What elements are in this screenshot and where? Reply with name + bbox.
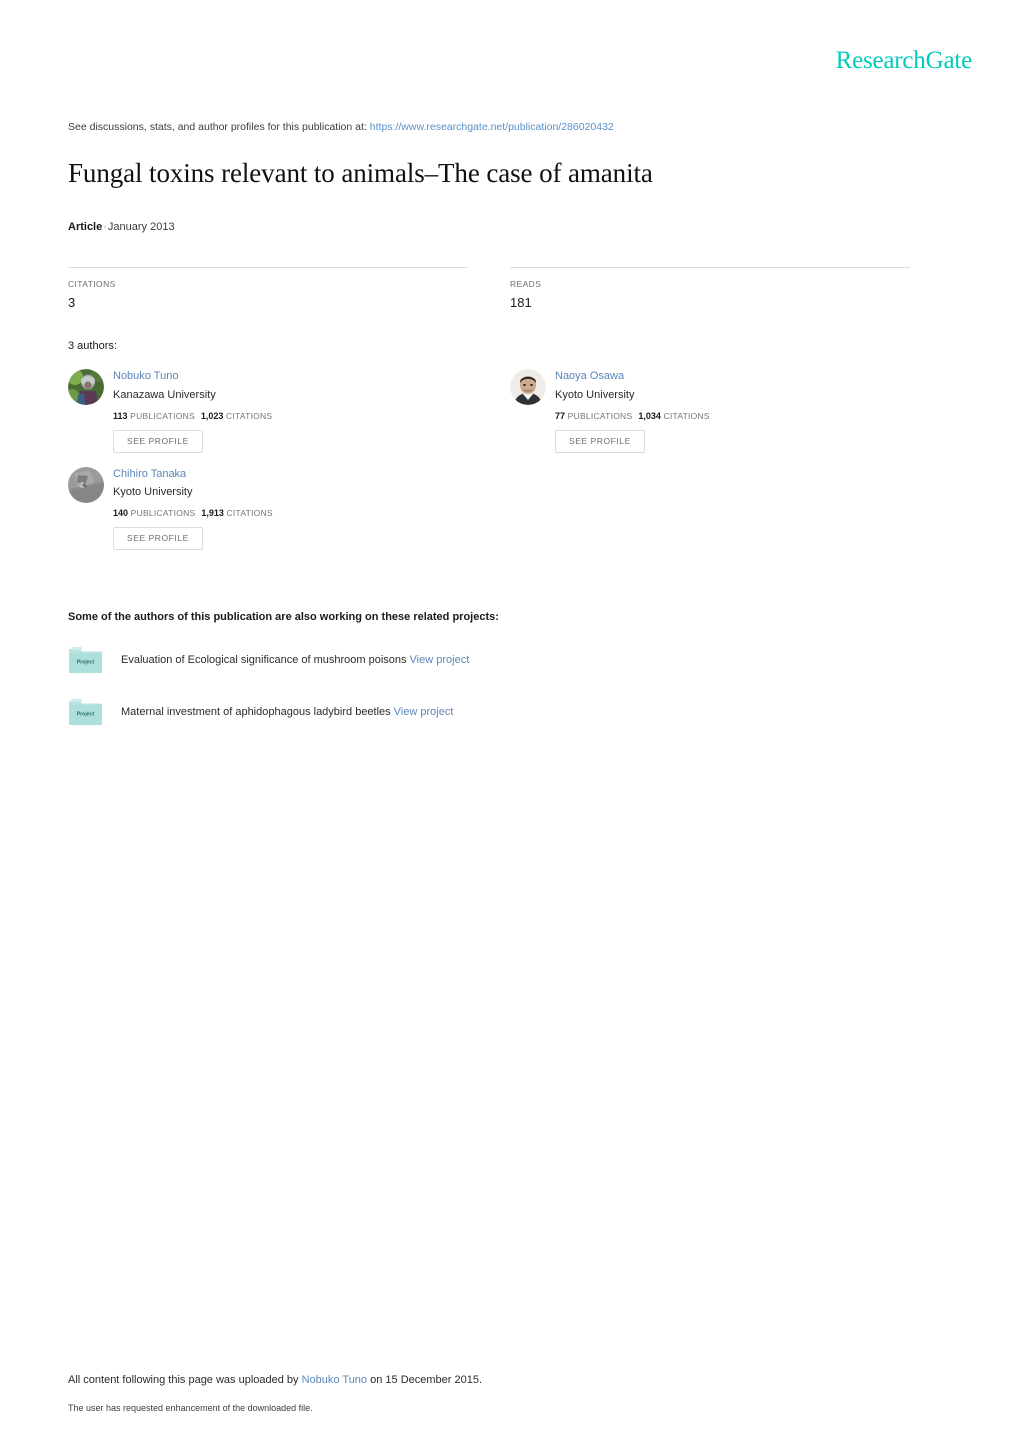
author-card: Chihiro Tanaka Kyoto University 140 PUBL… [68,466,510,550]
upload-info: All content following this page was uplo… [68,1374,952,1386]
publications-count: 77 [555,411,566,422]
publications-label: PUBLICATIONS [130,508,196,519]
author-affiliation: Kanazawa University [113,389,216,402]
author-info: Nobuko Tuno Kanazawa University 113 PUBL… [113,369,272,453]
uploader-link[interactable]: Nobuko Tuno [302,1374,367,1386]
author-affiliation: Kyoto University [113,486,193,499]
upload-suffix: on 15 December 2015. [370,1374,483,1386]
citations-label: CITATIONS [226,411,273,422]
authors-grid: Nobuko Tuno Kanazawa University 113 PUBL… [68,369,952,563]
publication-date: January 2013 [107,221,175,234]
view-project-link[interactable]: View project [394,706,454,718]
stat-label: CITATIONS [68,279,116,290]
svg-text:Project: Project [77,711,95,717]
project-text: Evaluation of Ecological significance of… [121,654,469,666]
stats-row: CITATIONS 3 READS 181 [68,267,910,310]
publications-label: PUBLICATIONS [567,411,633,422]
author-stats: 77 PUBLICATIONS 1,034 CITATIONS [555,411,710,421]
author-name-link[interactable]: Chihiro Tanaka [113,467,273,482]
divider [510,267,910,269]
avatar[interactable] [510,369,546,406]
svg-text:Project: Project [77,659,95,665]
upload-prefix: All content following this page was uplo… [68,1374,299,1386]
project-title: Evaluation of Ecological significance of… [121,654,407,667]
citations-count: 1,913 [201,508,224,519]
citations-label: CITATIONS [226,508,273,519]
page-title: Fungal toxins relevant to animals–The ca… [68,157,653,188]
author-card: Naoya Osawa Kyoto University 77 PUBLICAT… [510,369,952,453]
stat-label: READS [510,279,542,290]
publication-type: Article [68,221,103,234]
projects-heading: Some of the authors of this publication … [68,610,499,623]
author-name-link[interactable]: Nobuko Tuno [113,369,272,384]
enhancement-note: The user has requested enhancement of th… [68,1403,313,1413]
see-profile-button[interactable]: SEE PROFILE [555,430,645,453]
project-text: Maternal investment of aphidophagous lad… [121,706,453,718]
authors-heading: 3 authors: [68,340,117,353]
stat-value: 3 [68,295,76,311]
view-project-link[interactable]: View project [410,654,470,666]
stat-reads: READS 181 [510,267,910,310]
project-row: Project Maternal investment of aphidopha… [68,698,952,727]
citations-count: 1,023 [200,411,224,422]
publications-count: 140 [113,508,129,519]
discussion-line: See discussions, stats, and author profi… [68,120,952,135]
publications-label: PUBLICATIONS [130,411,195,422]
publication-page: ResearchGate See discussions, stats, and… [0,0,1020,1441]
avatar[interactable] [68,369,104,406]
author-name-link[interactable]: Naoya Osawa [555,369,710,384]
publication-url-link[interactable]: https://www.researchgate.net/publication… [370,121,614,133]
author-affiliation: Kyoto University [555,389,635,402]
project-folder-icon: Project [68,698,103,727]
publication-meta: Article·January 2013 [68,221,952,233]
author-card: Nobuko Tuno Kanazawa University 113 PUBL… [68,369,510,453]
page-content: See discussions, stats, and author profi… [68,0,952,727]
author-info: Chihiro Tanaka Kyoto University 140 PUBL… [113,467,273,550]
see-profile-button[interactable]: SEE PROFILE [113,430,203,453]
footer: All content following this page was uplo… [68,1374,952,1413]
citations-label: CITATIONS [663,411,710,422]
project-title: Maternal investment of aphidophagous lad… [121,706,391,719]
author-stats: 113 PUBLICATIONS 1,023 CITATIONS [113,411,272,421]
avatar[interactable] [68,466,104,503]
project-row: Project Evaluation of Ecological signifi… [68,646,952,675]
project-folder-icon: Project [68,646,103,675]
publications-count: 113 [113,411,128,422]
divider [68,267,468,269]
see-profile-button[interactable]: SEE PROFILE [113,527,203,550]
discussion-prefix: See discussions, stats, and author profi… [68,121,367,133]
author-info: Naoya Osawa Kyoto University 77 PUBLICAT… [555,369,710,453]
citations-count: 1,034 [638,411,661,422]
author-stats: 140 PUBLICATIONS 1,913 CITATIONS [113,508,273,518]
stat-value: 181 [510,295,532,311]
stat-citations: CITATIONS 3 [68,267,468,310]
